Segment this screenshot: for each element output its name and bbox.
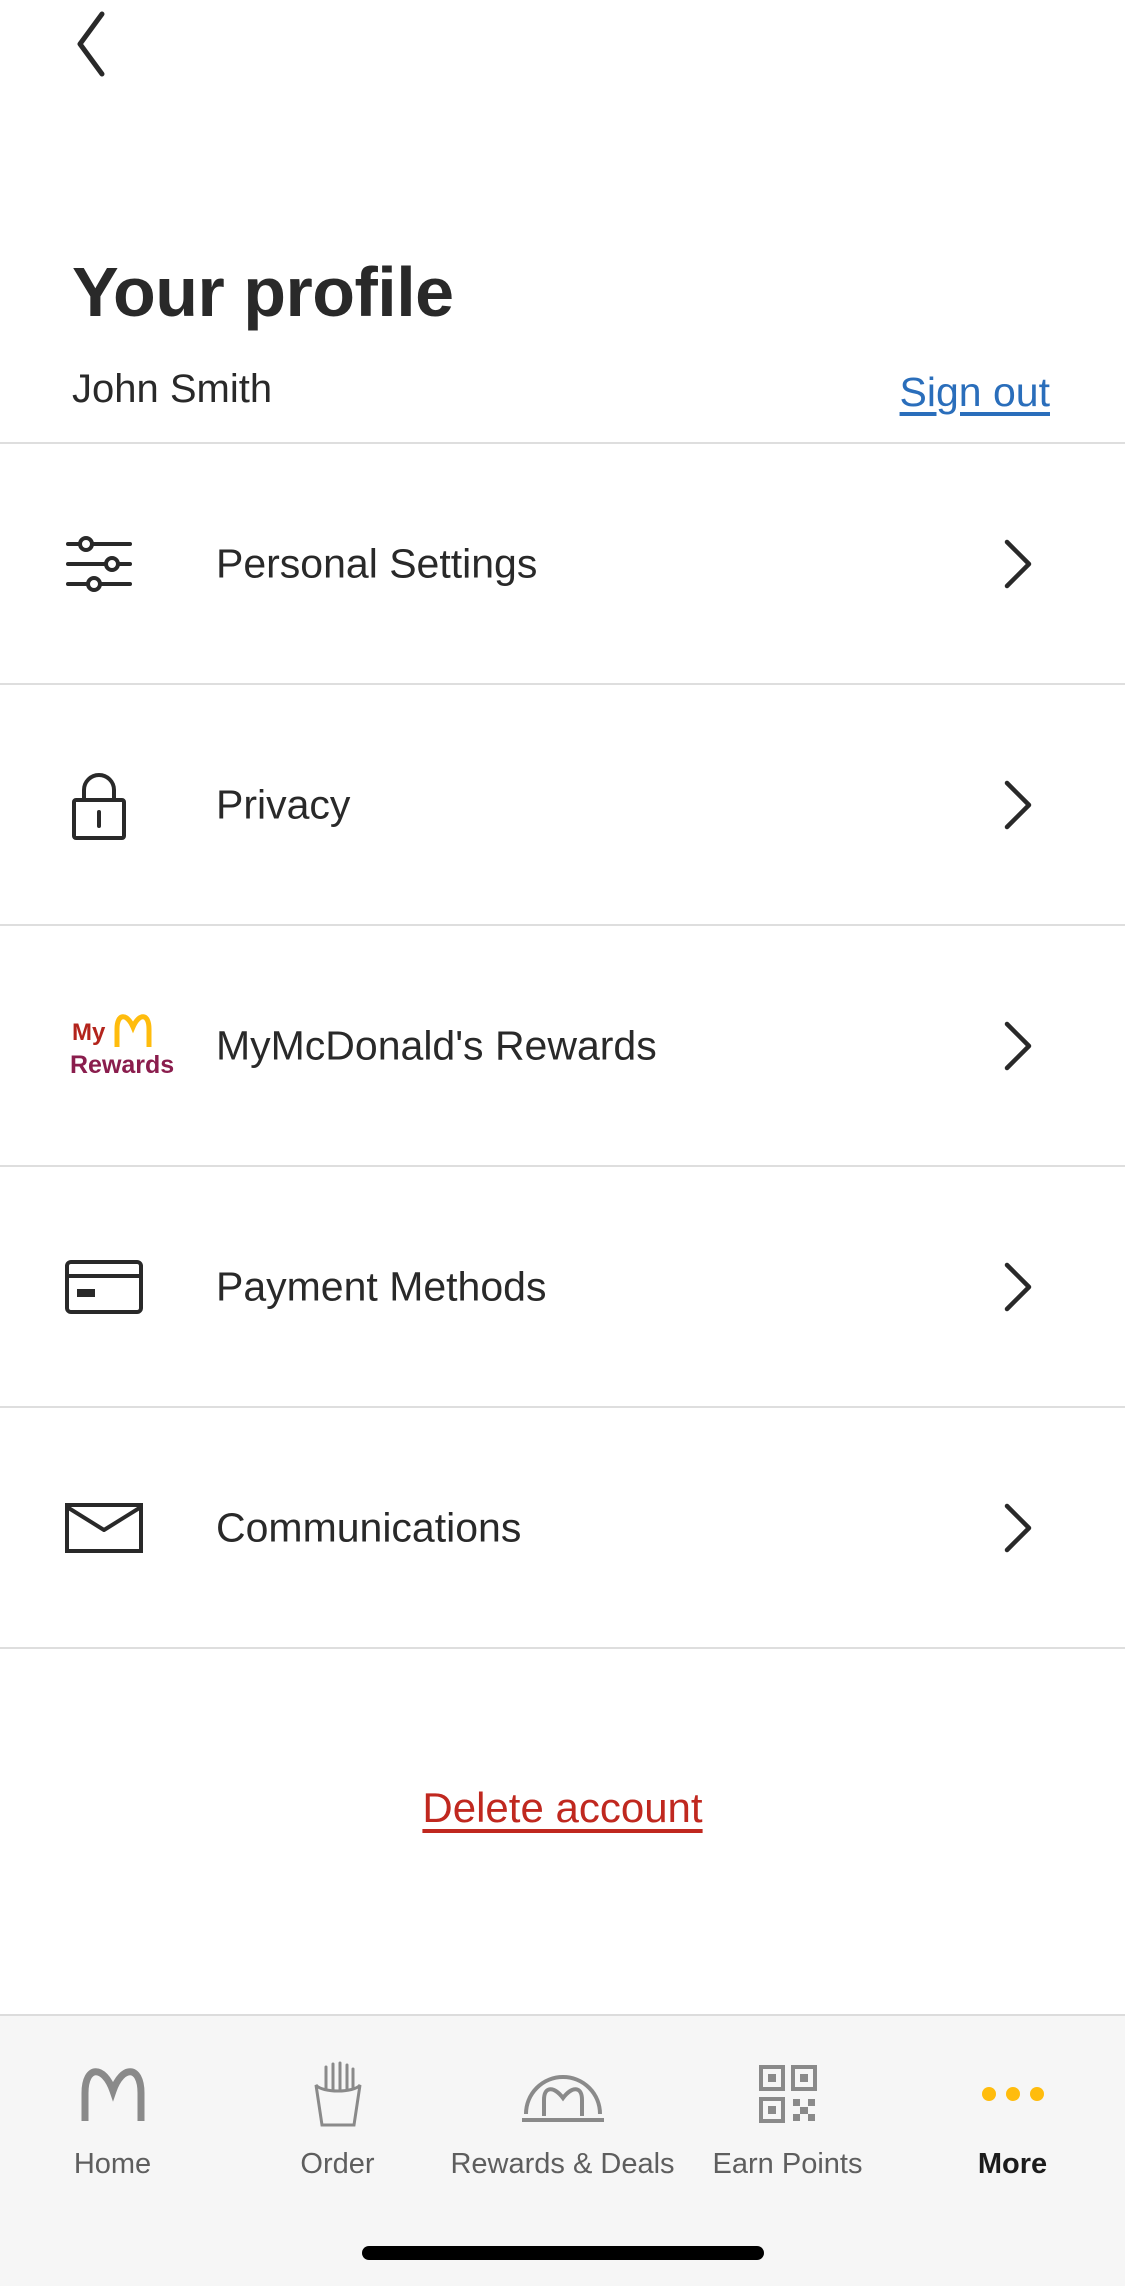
chevron-right-icon [1004, 1262, 1032, 1311]
tab-label: Home [73, 2148, 152, 2180]
more-dots-icon [900, 2054, 1125, 2134]
tab-more[interactable]: More [900, 2016, 1125, 2216]
envelope-icon [64, 1473, 174, 1583]
tab-label: Earn Points [712, 2148, 863, 2180]
tab-order[interactable]: Order [225, 2016, 450, 2216]
delete-account-link[interactable]: Delete account [0, 1784, 1125, 1832]
menu-item-personal-settings[interactable]: Personal Settings [0, 442, 1125, 683]
golden-arches-icon [0, 2054, 225, 2134]
tab-label: Rewards & Deals [450, 2148, 675, 2180]
credit-card-icon [64, 1232, 174, 1342]
lock-icon [64, 750, 174, 860]
home-indicator [362, 2246, 764, 2260]
menu-item-label: Privacy [216, 781, 351, 827]
menu-item-label: Payment Methods [216, 1263, 547, 1309]
back-button[interactable] [60, 10, 120, 80]
golden-arches-icon [114, 1013, 152, 1047]
qr-code-icon [675, 2054, 900, 2134]
chevron-right-icon [1004, 539, 1032, 588]
menu-item-label: Personal Settings [216, 540, 538, 586]
menu-item-rewards[interactable]: My Rewards MyMcDonald's Rewards [0, 924, 1125, 1165]
chevron-right-icon [1004, 1021, 1032, 1070]
fries-icon [225, 2054, 450, 2134]
tab-label: More [977, 2148, 1048, 2180]
chevron-right-icon [1004, 780, 1032, 829]
chevron-right-icon [1004, 1503, 1032, 1552]
sign-out-link[interactable]: Sign out [900, 369, 1050, 416]
tab-label: Order [300, 2148, 375, 2180]
tab-home[interactable]: Home [0, 2016, 225, 2216]
menu-item-communications[interactable]: Communications [0, 1406, 1125, 1649]
arches-arc-icon [450, 2054, 675, 2134]
tab-earn-points[interactable]: Earn Points [675, 2016, 900, 2216]
menu-item-privacy[interactable]: Privacy [0, 683, 1125, 924]
user-name: John Smith [72, 367, 273, 411]
tab-rewards-deals[interactable]: Rewards & Deals [450, 2016, 675, 2216]
profile-menu-list: Personal Settings Privacy My Rewards MyM… [0, 442, 1125, 1649]
menu-item-payment-methods[interactable]: Payment Methods [0, 1165, 1125, 1406]
menu-item-label: Communications [216, 1504, 522, 1550]
menu-item-label: MyMcDonald's Rewards [216, 1022, 657, 1068]
chevron-left-icon [77, 11, 105, 77]
mymcdonalds-rewards-logo: My Rewards [64, 991, 174, 1101]
sliders-icon [64, 509, 174, 619]
page-title: Your profile [72, 253, 454, 331]
